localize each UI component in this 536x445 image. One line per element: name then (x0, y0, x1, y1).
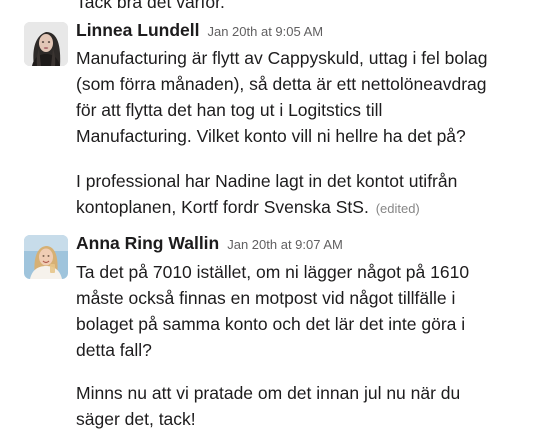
text-line: I professional har Nadine lagt in det ko… (76, 171, 458, 191)
avatar[interactable] (24, 235, 68, 279)
message-timestamp[interactable]: Jan 20th at 9:07 AM (227, 237, 343, 252)
text-line: Manufacturing. Vilket konto vill ni hell… (76, 126, 466, 146)
text-line: bolaget på samma konto och det lär det i… (76, 314, 466, 334)
message-header: Anna Ring Wallin Jan 20th at 9:07 AM (76, 233, 343, 254)
message-text: I professional har Nadine lagt in det ko… (76, 168, 528, 222)
text-line: Ta det på 7010 istället, om ni lägger nå… (76, 262, 470, 282)
text-line: för att flytta det han tog ut i Logitsti… (76, 100, 383, 120)
message-text: Ta det på 7010 istället, om ni lägger nå… (76, 259, 528, 363)
author-name[interactable]: Linnea Lundell (76, 20, 199, 41)
message-list: Tack bra det varför. Linnea Lundell Jan … (0, 0, 536, 445)
edited-indicator: (edited) (375, 201, 420, 216)
message-header: Linnea Lundell Jan 20th at 9:05 AM (76, 20, 323, 41)
text-line: detta fall? (76, 340, 152, 360)
text-line: säger det, tack! (76, 409, 196, 429)
text-line: kontoplanen, Kortf fordr Svenska StS. (e… (76, 194, 528, 222)
text-line: Minns nu att vi pratade om det innan jul… (76, 383, 461, 403)
text-line-content: kontoplanen, Kortf fordr Svenska StS. (76, 197, 369, 217)
text-line: måste också finnas en motpost vid något … (76, 288, 456, 308)
message-text: Manufacturing är flytt av Cappyskuld, ut… (76, 45, 528, 149)
text-line: (som förra månaden), så detta är ett net… (76, 74, 487, 94)
author-name[interactable]: Anna Ring Wallin (76, 233, 219, 254)
message-timestamp[interactable]: Jan 20th at 9:05 AM (207, 24, 323, 39)
text-line: Manufacturing är flytt av Cappyskuld, ut… (76, 48, 488, 68)
previous-message-fragment: Tack bra det varför. (76, 0, 225, 12)
message-text: Minns nu att vi pratade om det innan jul… (76, 380, 528, 432)
avatar[interactable] (24, 22, 68, 66)
